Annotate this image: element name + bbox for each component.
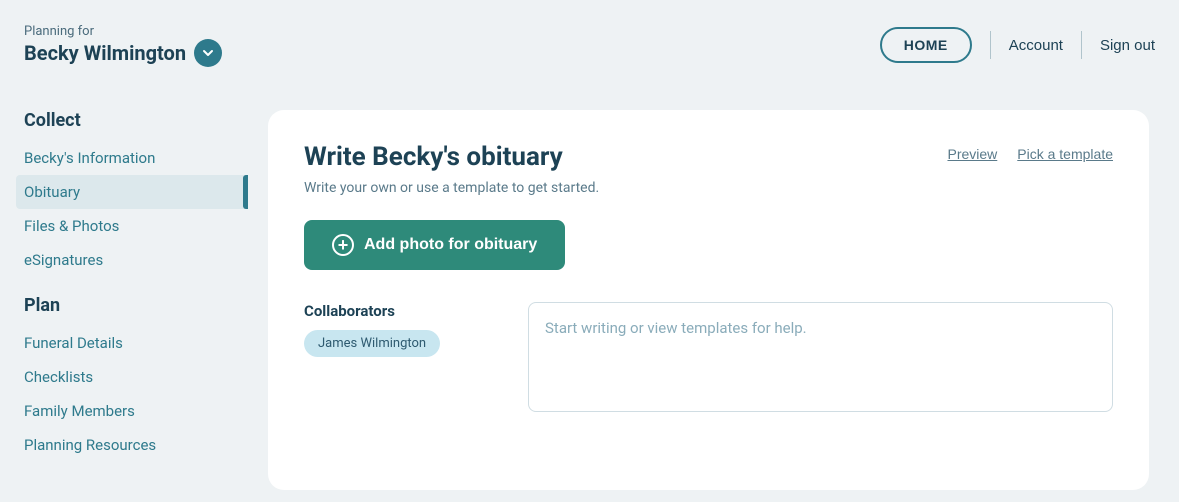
preview-links: Preview Pick a template [947, 146, 1113, 162]
sidebar-item-planning-resources[interactable]: Planning Resources [24, 428, 248, 462]
sidebar-item-family-members[interactable]: Family Members [24, 394, 248, 428]
brand-dropdown-button[interactable] [194, 39, 222, 67]
nav-divider [990, 31, 991, 59]
collaborators-section: Collaborators James Wilmington Start wri… [304, 302, 1113, 412]
collaborator-badge[interactable]: James Wilmington [304, 330, 440, 357]
pick-template-button[interactable]: Pick a template [1017, 146, 1113, 162]
plus-icon: + [332, 234, 354, 256]
sidebar-item-beckys-information[interactable]: Becky's Information [24, 141, 248, 175]
content-card: Preview Pick a template Write Becky's ob… [268, 110, 1149, 490]
top-nav: HOME Account Sign out [880, 27, 1155, 63]
sidebar-item-checklists[interactable]: Checklists [24, 360, 248, 394]
plan-section-title: Plan [24, 295, 248, 316]
sidebar-item-files-photos[interactable]: Files & Photos [24, 209, 248, 243]
nav-divider-2 [1081, 31, 1082, 59]
sidebar: Collect Becky's Information Obituary Fil… [0, 90, 248, 502]
brand-info: Planning for Becky Wilmington [24, 24, 222, 67]
top-bar: Planning for Becky Wilmington HOME Accou… [0, 0, 1179, 90]
sidebar-item-funeral-details[interactable]: Funeral Details [24, 326, 248, 360]
active-indicator [243, 175, 248, 209]
card-subtitle: Write your own or use a template to get … [304, 180, 1113, 196]
add-photo-label: Add photo for obituary [364, 236, 537, 254]
content-area: Preview Pick a template Write Becky's ob… [248, 90, 1179, 502]
sidebar-item-esignatures[interactable]: eSignatures [24, 243, 248, 277]
brand-name: Becky Wilmington [24, 39, 222, 67]
brand-subtitle: Planning for [24, 24, 222, 39]
add-photo-button[interactable]: + Add photo for obituary [304, 220, 565, 270]
sidebar-item-obituary[interactable]: Obituary [16, 175, 248, 209]
writing-placeholder: Start writing or view templates for help… [545, 319, 807, 337]
collect-section-title: Collect [24, 110, 248, 131]
account-button[interactable]: Account [1009, 37, 1063, 54]
main-layout: Collect Becky's Information Obituary Fil… [0, 90, 1179, 502]
collaborators-title: Collaborators [304, 302, 504, 320]
preview-button[interactable]: Preview [947, 146, 997, 162]
collaborators-left: Collaborators James Wilmington [304, 302, 504, 357]
home-button[interactable]: HOME [880, 27, 972, 63]
signout-button[interactable]: Sign out [1100, 37, 1155, 54]
writing-area[interactable]: Start writing or view templates for help… [528, 302, 1113, 412]
